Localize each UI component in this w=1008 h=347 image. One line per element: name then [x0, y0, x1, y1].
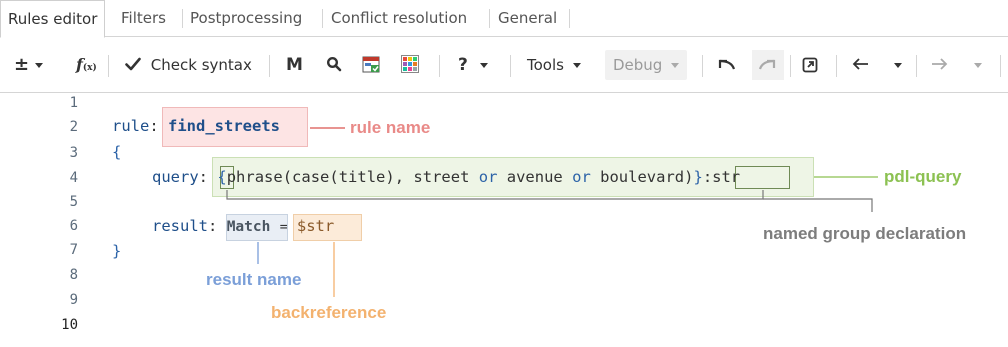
named-group-connector: [763, 198, 873, 212]
annotation-rule-name: rule name: [350, 118, 431, 137]
annotation-named-group: named group declaration: [763, 224, 967, 243]
annotation-backreference: backreference: [271, 303, 387, 322]
named-group-bracket: [226, 190, 764, 200]
annotation-result-name: result name: [206, 270, 302, 289]
annotation-pdl-query: pdl-query: [884, 167, 962, 186]
annotation-connectors: [226, 127, 878, 297]
